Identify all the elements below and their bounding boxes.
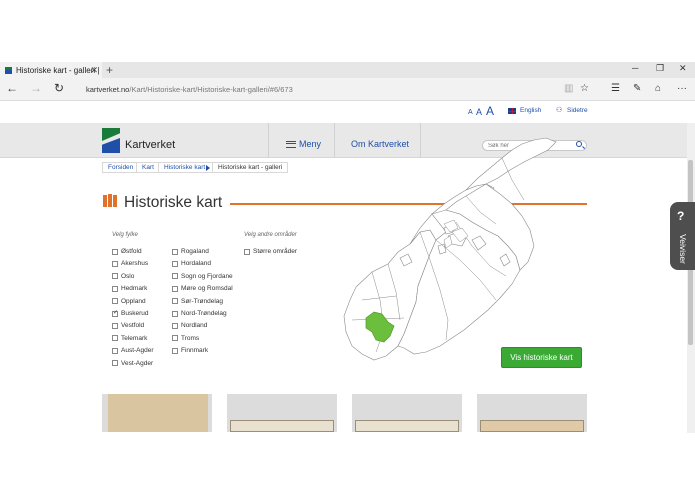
veiviser-tab[interactable]: ? Veiviser: [670, 202, 695, 270]
gallery-thumbnail[interactable]: [352, 394, 462, 432]
map-region-north: [465, 137, 557, 191]
gallery-thumbnail[interactable]: [227, 394, 337, 432]
map-thumbnail-image: [108, 394, 208, 432]
map-thumbnail-image: [355, 420, 459, 432]
browser-window: Historiske kart - galleri | ✕ + ─ ❐ ✕ ← …: [0, 0, 695, 494]
gallery-thumbnail[interactable]: [102, 394, 212, 432]
show-maps-button[interactable]: Vis historiske kart: [501, 347, 582, 368]
map-thumbnail-image: [230, 420, 334, 432]
map-thumbnail-image: [480, 420, 584, 432]
gallery-thumbnail[interactable]: [477, 394, 587, 432]
veiviser-label: Veiviser: [678, 234, 688, 264]
help-icon: ?: [677, 209, 685, 223]
